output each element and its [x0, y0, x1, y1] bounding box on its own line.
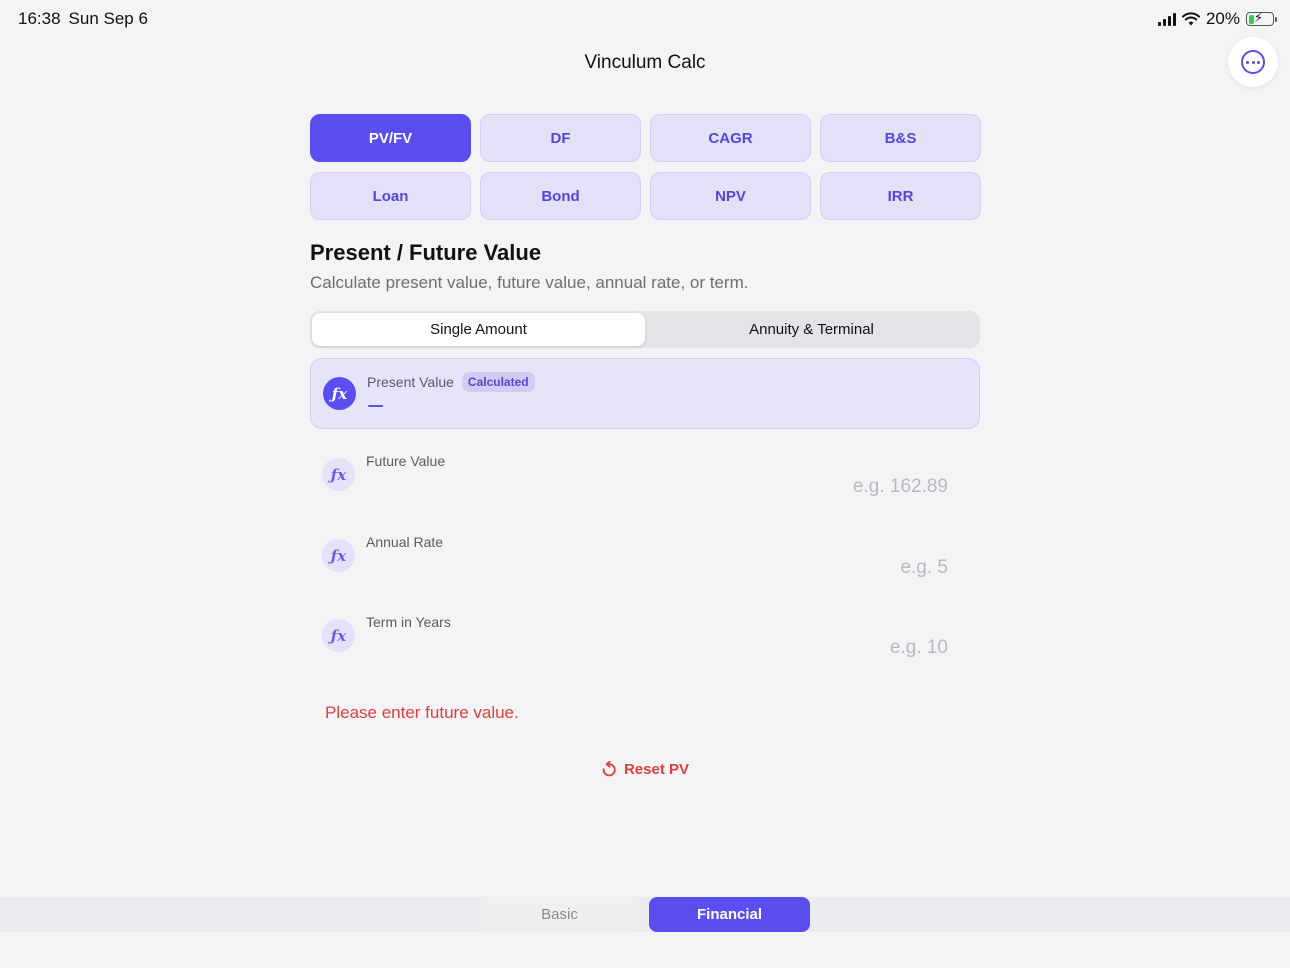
present-value-label: Present Value: [367, 374, 454, 390]
annual-rate-field: ƒx Annual Rate: [310, 521, 980, 592]
future-value-input[interactable]: [648, 476, 948, 498]
present-value-field[interactable]: ƒx Present Value Calculated: [310, 358, 980, 429]
ellipsis-circle-icon: [1241, 50, 1265, 74]
mode-tabs: Basic Financial: [479, 897, 810, 932]
tool-bs[interactable]: B&S: [820, 114, 981, 162]
tool-df[interactable]: DF: [480, 114, 641, 162]
annual-rate-input[interactable]: [648, 557, 948, 579]
term-label: Term in Years: [366, 614, 451, 630]
battery-charging-icon: ⚡: [1246, 10, 1277, 26]
future-value-label: Future Value: [366, 453, 446, 469]
fx-icon[interactable]: ƒx: [322, 458, 355, 491]
term-field: ƒx Term in Years: [310, 601, 980, 672]
present-value-label-row: Present Value Calculated: [367, 372, 535, 392]
segment-single-amount[interactable]: Single Amount: [312, 313, 645, 346]
tool-loan[interactable]: Loan: [310, 172, 471, 220]
tool-irr[interactable]: IRR: [820, 172, 981, 220]
mode-tab-financial[interactable]: Financial: [649, 897, 810, 932]
cellular-signal-icon: [1157, 12, 1176, 26]
annual-rate-label: Annual Rate: [366, 534, 444, 550]
status-bar-time-date: 16:38 Sun Sep 6: [18, 9, 148, 29]
reset-pv-label: Reset PV: [623, 761, 690, 778]
status-bar-right: 20% ⚡: [1157, 9, 1277, 29]
status-date: Sun Sep 6: [68, 9, 148, 28]
battery-percent: 20%: [1205, 9, 1240, 28]
error-message: Please enter future value.: [325, 703, 519, 722]
tool-cagr[interactable]: CAGR: [650, 114, 811, 162]
reset-arrow-icon: [602, 761, 616, 777]
reset-container: Reset PV: [0, 761, 1290, 778]
status-time: 16:38: [18, 9, 61, 28]
calculated-badge: Calculated: [461, 372, 535, 392]
app-title: Vinculum Calc: [584, 52, 706, 73]
tool-pv-fv[interactable]: PV/FV: [310, 114, 471, 162]
future-value-field: ƒx Future Value: [310, 440, 980, 511]
mode-tab-basic[interactable]: Basic: [479, 897, 640, 932]
calculator-tool-grid: PV/FV DF CAGR B&S Loan Bond NPV IRR: [310, 114, 981, 220]
present-value-empty-dash: [368, 405, 383, 407]
fx-icon[interactable]: ƒx: [322, 539, 355, 572]
fx-icon: ƒx: [323, 377, 356, 410]
section-title: Present / Future Value: [310, 240, 542, 265]
mode-segmented-control: Single Amount Annuity & Terminal: [310, 311, 980, 348]
term-input[interactable]: [648, 637, 948, 659]
app-root: 16:38 Sun Sep 6 20% ⚡ Vinculum Calc PV/FV…: [0, 0, 1290, 968]
section-subtitle: Calculate present value, future value, a…: [310, 273, 749, 292]
fx-icon[interactable]: ƒx: [322, 619, 355, 652]
segment-annuity-terminal[interactable]: Annuity & Terminal: [645, 313, 978, 346]
tool-npv[interactable]: NPV: [650, 172, 811, 220]
reset-pv-button[interactable]: Reset PV: [601, 761, 689, 778]
wifi-icon: [1181, 12, 1200, 26]
tool-bond[interactable]: Bond: [480, 172, 641, 220]
more-options-button[interactable]: [1228, 37, 1278, 87]
